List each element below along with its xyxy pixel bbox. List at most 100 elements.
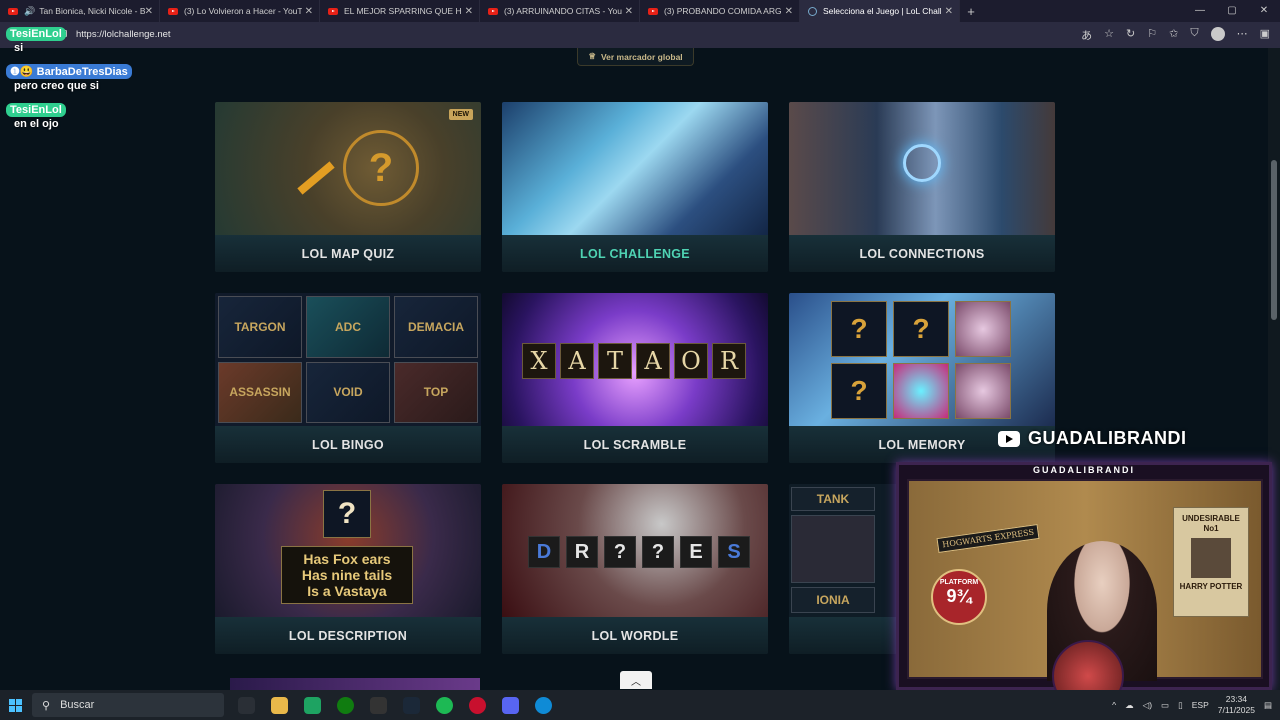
close-icon[interactable]: ✕ — [945, 6, 953, 17]
favorites-icon[interactable]: ✩ — [1169, 27, 1178, 43]
tab-0[interactable]: 🔊 Tan Bionica, Nicki Nicole - B ✕ — [0, 0, 160, 22]
bingo-cell: ADC — [306, 296, 390, 358]
close-icon[interactable]: ✕ — [145, 6, 153, 17]
card-label: LOL DESCRIPTION — [215, 617, 481, 654]
bingo-cell: DEMACIA — [394, 296, 478, 358]
refresh-icon[interactable]: ↻ — [1126, 27, 1135, 43]
bingo-cell: ASSASSIN — [218, 361, 302, 423]
tab-2[interactable]: EL MEJOR SPARRING QUE HICE -✕ — [320, 0, 480, 22]
favorite-star-icon[interactable]: ☆ — [1104, 27, 1114, 43]
youtube-icon — [8, 7, 18, 15]
bingo-cell: TARGON — [218, 296, 302, 358]
wordle-tile: ? — [604, 536, 636, 568]
more-menu-icon[interactable]: ⋯ — [1237, 27, 1248, 43]
leaderboard-label: Ver marcador global — [600, 51, 683, 62]
discord-icon[interactable] — [502, 696, 519, 714]
tab-5[interactable]: Selecciona el Juego | LoL Challen ✕ — [800, 0, 960, 22]
search-icon: ⚲ — [42, 699, 51, 712]
address-bar-icons: あ ☆ ↻ ⚐ ✩ ⛉ ⋯ ▣ — [1081, 27, 1270, 43]
spotify-icon[interactable] — [436, 696, 453, 714]
map-quiz-art: ? NEW — [215, 102, 481, 235]
new-badge: NEW — [448, 109, 473, 120]
edge-browser-icon[interactable] — [535, 696, 552, 714]
start-button[interactable] — [0, 690, 30, 720]
minimize-button[interactable]: — — [1184, 0, 1216, 22]
system-tray: ^ ☁ ◁) ▭ ▯ ESP 23:34 7/11/2025 ▤ — [1112, 690, 1272, 720]
youtube-icon — [328, 7, 338, 15]
search-placeholder: Buscar — [60, 699, 95, 711]
clock[interactable]: 23:34 7/11/2025 — [1218, 694, 1255, 716]
wordle-tile: E — [680, 536, 712, 568]
tab-4[interactable]: (3) PROBANDO COMIDA ARGENT✕ — [640, 0, 800, 22]
game-card-scramble[interactable]: X A T A O R LOL SCRAMBLE — [502, 293, 768, 463]
speaker-icon[interactable]: ◁) — [1143, 700, 1152, 711]
game-card-bingo[interactable]: TARGON ADC DEMACIA ASSASSIN VOID TOP LOL… — [215, 293, 481, 463]
taskbar-apps — [238, 696, 552, 714]
game-card-wordle[interactable]: D R ? ? E S LOL WORDLE — [502, 484, 768, 654]
wordle-art: D R ? ? E S — [502, 484, 768, 617]
close-icon[interactable]: ✕ — [465, 6, 473, 17]
letter-tile: O — [674, 343, 708, 379]
memory-cell: ? — [831, 363, 887, 419]
translate-icon[interactable]: あ — [1081, 27, 1092, 43]
role-cell-image — [791, 515, 875, 583]
hint-box: Has Fox ears Has nine tails Is a Vastaya — [281, 546, 413, 604]
close-icon[interactable]: ✕ — [785, 6, 793, 17]
channel-name: GUADALIBRANDI — [1028, 428, 1187, 448]
epic-games-icon[interactable] — [370, 696, 387, 714]
shield-icon[interactable]: ⛉ — [1190, 27, 1198, 43]
xbox-icon[interactable] — [337, 696, 354, 714]
youtube-icon — [648, 7, 658, 15]
file-explorer-icon[interactable] — [271, 696, 288, 714]
close-icon[interactable]: ✕ — [305, 6, 313, 17]
chat-username: TesiEnLol — [6, 27, 66, 41]
wordle-tile: S — [718, 536, 750, 568]
platform-sign: PLATFORM 9¾ — [931, 569, 987, 625]
chat-message: pero creo que si — [14, 80, 99, 92]
network-icon[interactable]: ▭ — [1161, 700, 1169, 711]
wanted-poster: UNDESIRABLE No1 HARRY POTTER — [1173, 507, 1249, 617]
task-view-icon[interactable] — [238, 696, 255, 714]
chevron-up-icon[interactable]: ^ — [1112, 700, 1116, 710]
role-cell: TANK — [791, 487, 875, 511]
maximize-button[interactable]: ▢ — [1216, 0, 1248, 22]
chevron-up-icon: ︿ — [631, 676, 641, 688]
new-tab-button[interactable]: + — [960, 4, 982, 19]
global-leaderboard-button[interactable]: ♕ Ver marcador global — [577, 48, 694, 66]
scrollbar-thumb[interactable] — [1271, 160, 1277, 320]
chat-username-text: BarbaDeTresDias — [36, 66, 128, 78]
question-mark-icon: ? — [343, 130, 419, 206]
game-card-connections[interactable]: LOL CONNECTIONS — [789, 102, 1055, 272]
scroll-to-top-button[interactable]: ︿ — [620, 671, 652, 689]
extensions-icon[interactable]: ⚐ — [1147, 27, 1157, 43]
game-card-map-quiz[interactable]: ? NEW LOL MAP QUIZ — [215, 102, 481, 272]
notifications-icon[interactable]: ▤ — [1264, 700, 1272, 711]
close-icon[interactable]: ✕ — [625, 6, 633, 17]
windows-logo-icon — [8, 698, 22, 712]
game-card-description[interactable]: ? Has Fox ears Has nine tails Is a Vasta… — [215, 484, 481, 654]
profile-avatar[interactable] — [1210, 27, 1225, 41]
card-label: LOL WORDLE — [502, 617, 768, 654]
game-card-challenge[interactable]: LOL CHALLENGE — [502, 102, 768, 272]
platform-number: 9¾ — [946, 586, 972, 606]
sidebar-icon[interactable]: ▣ — [1260, 27, 1270, 43]
riot-client-icon[interactable] — [469, 696, 486, 714]
excel-icon[interactable] — [304, 696, 321, 714]
tab-1[interactable]: (3) Lo Volvieron a Hacer - YouTub ✕ — [160, 0, 320, 22]
letter-tile: R — [712, 343, 746, 379]
language-indicator[interactable]: ESP — [1192, 700, 1209, 710]
onedrive-icon[interactable]: ☁ — [1125, 700, 1134, 711]
battery-icon[interactable]: ▯ — [1178, 700, 1183, 711]
arrow-graphic — [297, 161, 335, 195]
speaker-icon[interactable]: 🔊 — [24, 6, 35, 17]
youtube-icon — [168, 7, 178, 15]
channel-tag: GUADALIBRANDI — [998, 428, 1187, 449]
poster-line: No1 — [1203, 524, 1219, 533]
taskbar-search[interactable]: ⚲ Buscar — [32, 693, 224, 717]
tab-3[interactable]: (3) ARRUINANDO CITAS - YouTub✕ — [480, 0, 640, 22]
close-window-button[interactable]: ✕ — [1248, 0, 1280, 22]
chat-message: si — [14, 42, 24, 54]
steam-icon[interactable] — [403, 696, 420, 714]
chat-message: en el ojo — [14, 118, 59, 130]
hint-line: Has nine tails — [301, 567, 393, 583]
